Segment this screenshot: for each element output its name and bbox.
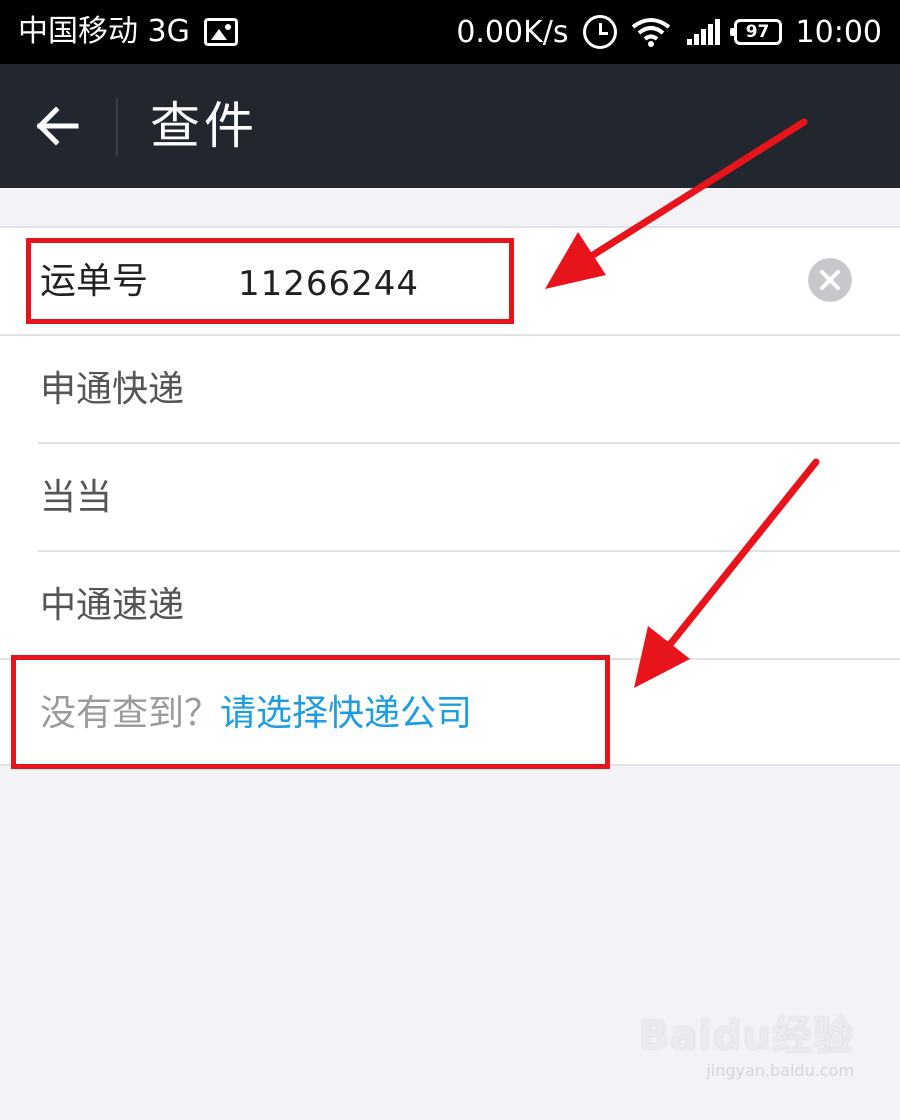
annotation-arrow-top	[545, 118, 808, 289]
annotation-arrows	[545, 118, 820, 688]
watermark-logo: Baidu经验	[638, 1013, 854, 1059]
watermark-url: jingyan.baidu.com	[706, 1061, 854, 1080]
annotation-arrow-bottom	[634, 458, 820, 688]
baidu-jingyan-watermark: Baidu经验 jingyan.baidu.com	[639, 1003, 854, 1080]
